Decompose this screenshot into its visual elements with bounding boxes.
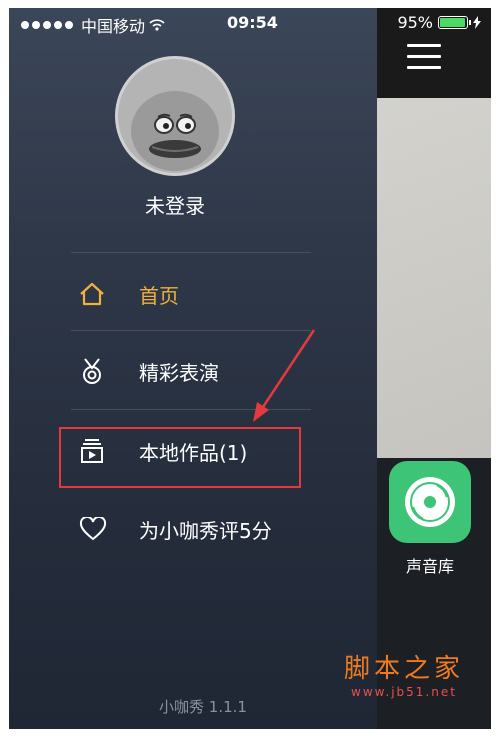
side-drawer: 未登录 首页 精彩表演 本地作品(1) 为小咖秀评5分 小咖秀 1.1.1: [9, 8, 377, 729]
app-version: 小咖秀 1.1.1: [159, 698, 247, 716]
watermark-title: 脚本之家: [343, 654, 464, 684]
disc-icon: [405, 477, 455, 527]
heart-icon: [79, 514, 117, 544]
divider: [71, 252, 311, 253]
charging-icon: [473, 16, 481, 29]
menu-item-label: 精彩表演: [139, 360, 219, 385]
status-bar: 中国移动 09:54 95%: [9, 8, 491, 38]
login-status[interactable]: 未登录: [9, 190, 341, 219]
annotation-highlight-box: [59, 427, 301, 488]
watermark: 脚本之家 www.jb51.net: [329, 648, 479, 699]
menu-item-rate-app[interactable]: 为小咖秀评5分: [79, 499, 319, 559]
carrier-name: 中国移动: [81, 17, 146, 36]
menu-item-label: 首页: [139, 283, 179, 308]
signal-icon: [21, 21, 73, 29]
battery-icon: [438, 16, 471, 29]
user-avatar[interactable]: [115, 56, 235, 176]
home-icon: [79, 279, 117, 309]
status-time: 09:54: [227, 13, 278, 32]
sound-library-label: 声音库: [405, 557, 454, 576]
divider: [71, 330, 311, 331]
main-content-preview[interactable]: [377, 98, 491, 458]
menu-item-performances[interactable]: 精彩表演: [79, 341, 319, 401]
wifi-icon: [149, 19, 165, 31]
menu-item-home[interactable]: 首页: [79, 264, 319, 324]
avatar-face-icon: [131, 91, 219, 171]
app-screen: 未登录 首页 精彩表演 本地作品(1) 为小咖秀评5分 小咖秀 1.1.1 声音…: [9, 8, 491, 729]
hamburger-icon[interactable]: [407, 44, 441, 77]
divider: [71, 409, 311, 410]
sound-library-button[interactable]: [389, 461, 471, 543]
battery-percent: 95%: [397, 13, 433, 32]
medal-icon: [79, 356, 117, 386]
menu-item-label: 为小咖秀评5分: [139, 518, 272, 543]
watermark-url: www.jb51.net: [351, 685, 457, 699]
